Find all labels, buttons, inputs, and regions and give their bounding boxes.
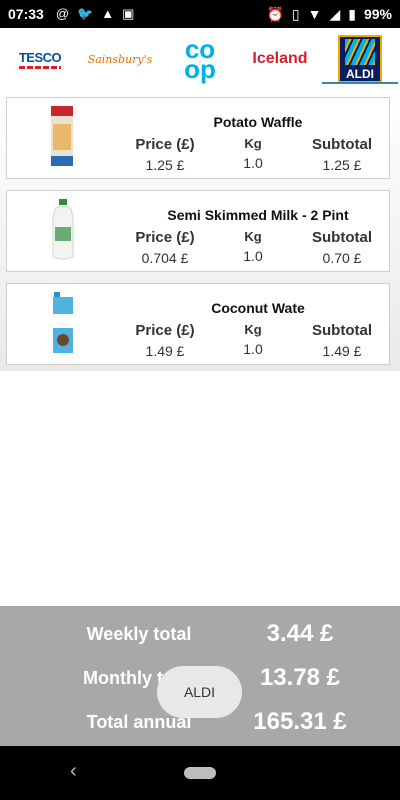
price-value: 1.25 £ [145,157,185,173]
monthly-total-value: 13.78 £ [259,664,341,691]
app-icon: ▣ [122,6,135,21]
at-icon: @ [55,6,70,21]
price-header: Price (£) [135,322,195,339]
home-pill-icon[interactable] [184,767,216,779]
product-card[interactable]: Potato Waffle Price (£) 1.25 £ Kg 1.0 Su… [6,97,390,179]
kg-column: Kg 1.0 [225,322,281,357]
price-column: Price (£) 0.704 £ [117,229,213,266]
kg-header: Kg [244,322,262,337]
twitter-icon: 🐦 [77,6,94,21]
weekly-total-value: 3.44 £ [266,620,334,647]
subtotal-column: Subtotal 1.49 £ [297,322,387,359]
notification-icons: @ 🐦 ▲ ▣ [56,6,135,22]
price-value: 0.704 £ [141,250,189,266]
product-name: Semi Skimmed Milk - 2 Pint [167,207,349,223]
tab-aldi[interactable]: ALDI [320,28,400,90]
store-toast: ALDI [157,666,242,718]
kg-value: 1.0 [243,155,263,171]
subtotal-value: 1.25 £ [322,157,362,173]
kg-header: Kg [244,136,262,151]
status-time: 07:33 [8,6,44,22]
tab-tesco[interactable]: TESCO [0,28,80,90]
price-header: Price (£) [135,229,195,246]
subtotal-header: Subtotal [312,229,372,246]
battery-level: 99% [363,6,392,22]
alarm-icon: ⏰ [266,5,284,22]
sainsburys-logo: Sainsbury's [87,52,153,66]
subtotal-header: Subtotal [312,322,372,339]
aldi-logo: ALDI [338,35,382,83]
coop-logo: co op [184,34,216,84]
drive-icon: ▲ [101,6,115,21]
kg-header: Kg [244,229,262,244]
vibrate-icon: ▯ [291,5,300,22]
kg-column: Kg 1.0 [225,136,281,171]
product-name: Potato Waffle [213,114,303,130]
tab-sainsburys[interactable]: Sainsbury's [80,28,160,90]
price-header: Price (£) [135,136,195,153]
battery-icon: ▮ [348,5,356,22]
annual-total-value: 165.31 £ [253,708,347,735]
subtotal-header: Subtotal [312,136,372,153]
store-tabs: TESCO Sainsbury's co op Iceland ALDI [0,28,400,91]
kg-column: Kg 1.0 [225,229,281,264]
kg-value: 1.0 [243,341,263,357]
price-column: Price (£) 1.49 £ [117,322,213,359]
tab-iceland[interactable]: Iceland [240,28,320,90]
subtotal-value: 1.49 £ [322,343,362,359]
tesco-logo: TESCO [18,50,62,69]
product-card[interactable]: Coconut Wate Price (£) 1.49 £ Kg 1.0 Sub… [6,283,390,365]
weekly-total-label: Weekly total [86,624,192,644]
signal-icon: ◢ [329,5,341,22]
product-card[interactable]: Semi Skimmed Milk - 2 Pint Price (£) 0.7… [6,190,390,272]
price-value: 1.49 £ [145,343,185,359]
back-icon[interactable]: ‹ [70,760,77,783]
product-list[interactable]: Potato Waffle Price (£) 1.25 £ Kg 1.0 Su… [0,90,400,371]
subtotal-column: Subtotal 1.25 £ [297,136,387,173]
iceland-logo: Iceland [252,50,308,67]
coconut-water-image [53,292,73,353]
subtotal-value: 0.70 £ [322,250,362,266]
price-column: Price (£) 1.25 £ [117,136,213,173]
potato-waffle-image [51,106,73,166]
wifi-icon: ▼ [307,6,322,22]
product-name: Coconut Wate [211,300,305,316]
system-icons: ⏰ ▯ ▼ ◢ ▮ 99% [266,6,392,23]
status-bar: 07:33 @ 🐦 ▲ ▣ ⏰ ▯ ▼ ◢ ▮ 99% [0,0,400,28]
milk-bottle-image [52,199,74,260]
navigation-bar: ‹ [0,746,400,800]
subtotal-column: Subtotal 0.70 £ [297,229,387,266]
tab-coop[interactable]: co op [160,28,240,90]
kg-value: 1.0 [243,248,263,264]
